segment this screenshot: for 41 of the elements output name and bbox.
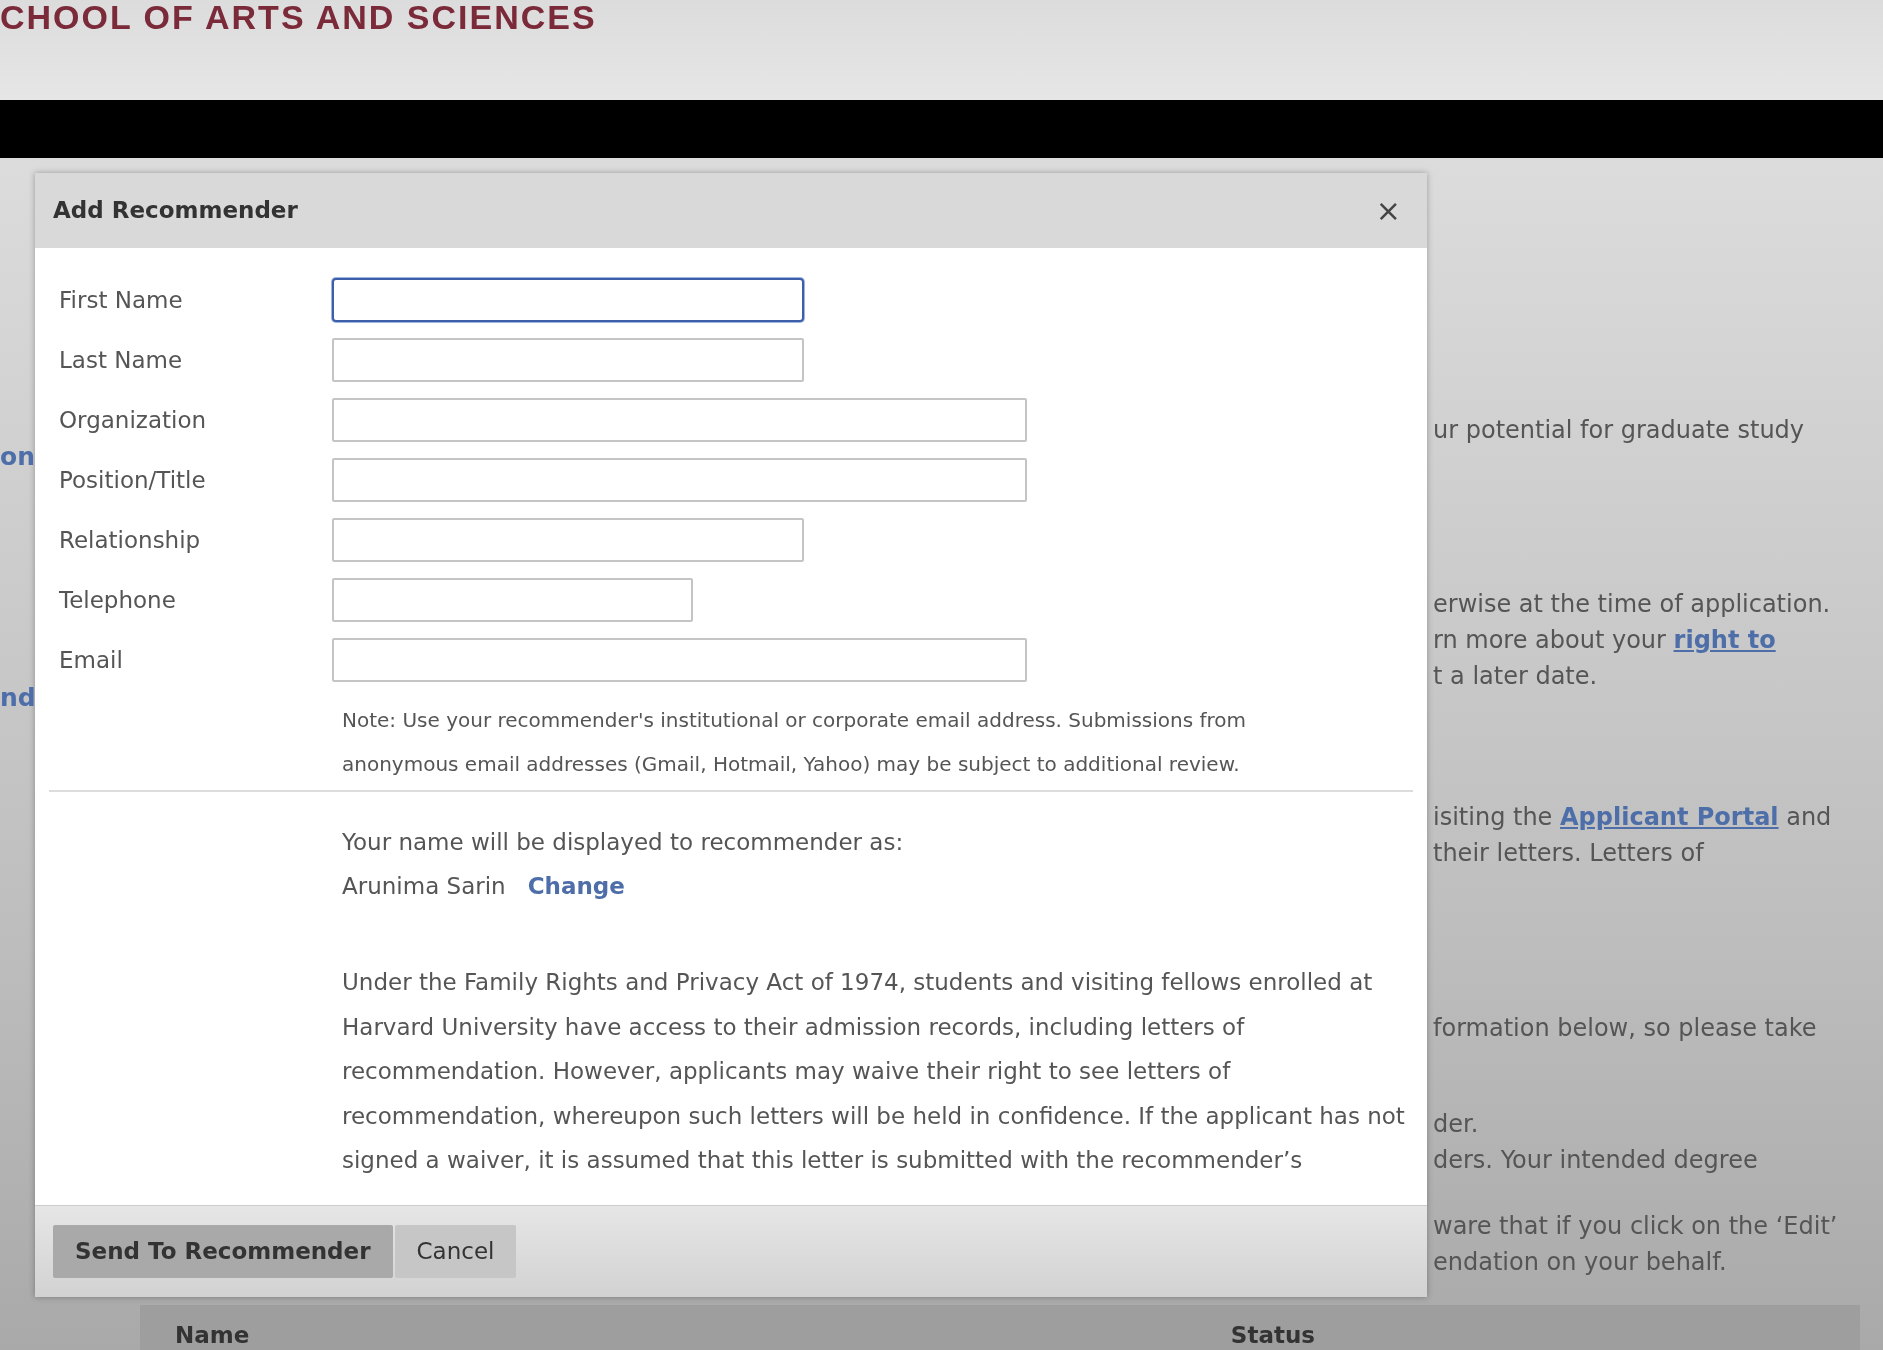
column-header: Name xyxy=(175,1320,250,1350)
text-line: their letters. Letters of xyxy=(1433,838,1706,869)
field-label: Telephone xyxy=(58,585,177,615)
text-line: erwise at the time of application. xyxy=(1433,589,1832,620)
waiver-paragraph: Under the Family Rights and Privacy Act of 1974, students and visiting fellows enrolled at Harvard University have access to their admission records, including letters of recommendation. However, applicants may waive their right to see letters of recommendation, whereupon such letters will be held in confidence. If the applicant has not signed a waiver, it is assumed that this letter is submitted with the recommender’s xyxy=(342,968,1406,1175)
field-label: First Name xyxy=(58,285,184,315)
text-line: ur potential for graduate study xyxy=(1433,415,1806,446)
link[interactable]: Applicant Portal xyxy=(1560,803,1779,831)
input-field[interactable] xyxy=(332,638,1027,682)
input-field[interactable] xyxy=(332,458,1027,502)
text-line: rn more about your right to xyxy=(1433,625,1777,656)
input-field[interactable] xyxy=(332,338,804,382)
cancel-button[interactable]: Cancel xyxy=(394,1225,517,1278)
field-label: Relationship xyxy=(58,525,202,555)
link[interactable]: right to xyxy=(1673,626,1776,654)
text-line: ders. Your intended degree xyxy=(1433,1145,1759,1176)
input-field[interactable] xyxy=(332,518,804,562)
text-line: t a later date. xyxy=(1433,661,1599,692)
text-line: isiting the Applicant Portal and xyxy=(1433,802,1833,833)
display-name-text: Your name will be displayed to recommender as: xyxy=(342,828,905,857)
column-header: Status xyxy=(1230,1320,1315,1350)
dialog-title: Add Recommender xyxy=(53,196,298,226)
text-line: formation below, so please take xyxy=(1433,1013,1818,1044)
text-line: ware that if you click on the ‘Edit’ xyxy=(1433,1211,1839,1242)
input-field[interactable] xyxy=(332,578,693,622)
text-line: der. xyxy=(1433,1109,1480,1140)
text-line: endation on your behalf. xyxy=(1433,1247,1728,1278)
note-text: Note: Use your recommender's institutional or corporate email address. Submissions from anonymous email addresses (Gmail, Hotmail, Yahoo) may be subject to additional review. xyxy=(342,707,1248,778)
change-link[interactable]: Change xyxy=(527,873,625,899)
send-button[interactable]: Send To Recommender xyxy=(53,1225,393,1278)
field-label: Last Name xyxy=(58,345,184,375)
field-label: Position/Title xyxy=(58,465,207,495)
text-fragment: on xyxy=(0,441,35,473)
field-label: Organization xyxy=(58,405,208,435)
field-label: Email xyxy=(58,645,124,675)
input-field[interactable] xyxy=(332,398,1027,442)
input-field[interactable] xyxy=(332,278,804,322)
applicant-name: Arunima Sarin xyxy=(342,873,506,899)
close-button[interactable]: × xyxy=(1369,195,1407,226)
text-fragment: nd xyxy=(0,681,35,714)
page-title: CHOOL OF ARTS AND SCIENCES xyxy=(0,0,597,34)
